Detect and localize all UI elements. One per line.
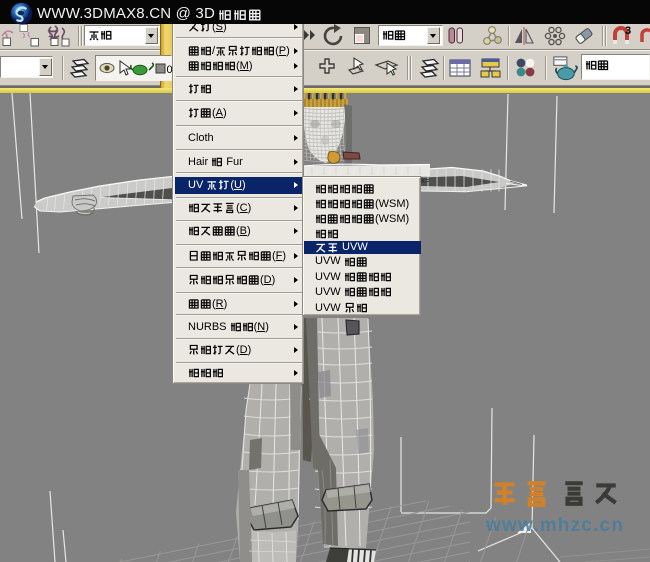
svg-text:k=: k=: [421, 176, 430, 185]
svg-text:3: 3: [625, 25, 631, 37]
